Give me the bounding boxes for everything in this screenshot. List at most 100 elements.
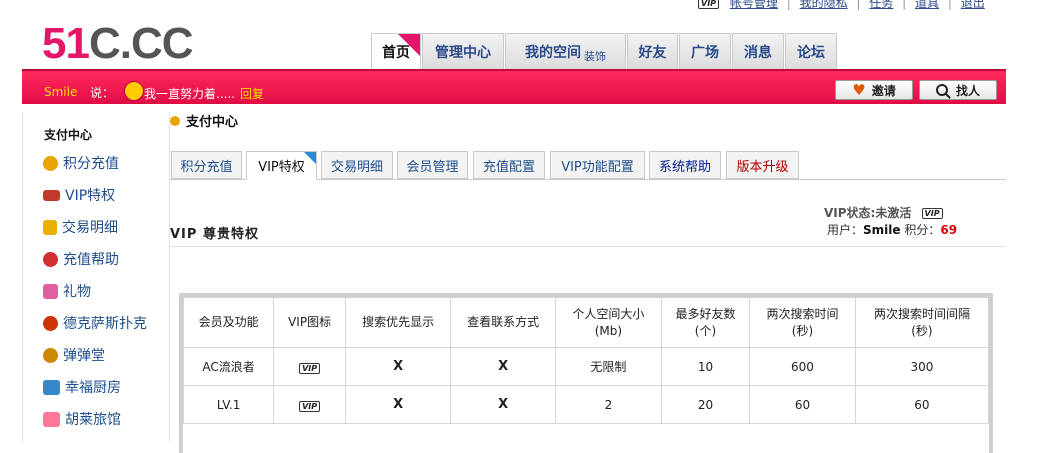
says-label: 说： bbox=[90, 86, 115, 100]
nav-tab-friends[interactable]: 好友 bbox=[627, 33, 678, 69]
breadcrumb-label: 支付中心 bbox=[186, 115, 239, 130]
tasks-link[interactable]: 任务 bbox=[869, 0, 893, 10]
status-bar: Smile 说： 我一直努力着..... 回复 ♥ 邀请 找人 bbox=[22, 69, 1006, 104]
tab-recharge-config[interactable]: 充值配置 bbox=[473, 151, 545, 179]
tab-points-recharge[interactable]: 积分充值 bbox=[171, 151, 242, 179]
sidebar-item-gifts[interactable]: 礼物 bbox=[43, 280, 91, 302]
site-logo[interactable]: 51C.CC bbox=[42, 20, 194, 68]
view-contact: X bbox=[450, 385, 556, 424]
nav-tab-space-label: 我的空间 bbox=[525, 44, 581, 61]
column-header: 最多好友数 (个) bbox=[660, 297, 751, 348]
separator: | bbox=[856, 0, 861, 10]
divider bbox=[170, 246, 1006, 247]
smiley-face-icon bbox=[124, 81, 144, 101]
sidebar-item-vip[interactable]: VIP特权 bbox=[43, 184, 115, 206]
kitchen-icon bbox=[43, 379, 60, 395]
nav-tab-decorate-label[interactable]: 装饰 bbox=[584, 48, 606, 64]
sidebar: 支付中心 积分充值 VIP特权 交易明细 充值帮助 礼物 德克萨斯扑克 弹弹堂 … bbox=[22, 112, 170, 442]
tab-member-management[interactable]: 会员管理 bbox=[397, 151, 468, 179]
search-icon bbox=[935, 84, 948, 96]
sidebar-item-poker[interactable]: 德克萨斯扑克 bbox=[43, 312, 147, 334]
section-title: VIP 尊贵特权 bbox=[170, 227, 259, 242]
gift-icon bbox=[43, 283, 58, 299]
column-header: 查看联系方式 bbox=[450, 297, 556, 348]
vip-privileges-table: 会员及功能 VIP图标 搜索优先显示 查看联系方式 个人空间大小 (Mb) 最多好… bbox=[182, 297, 990, 424]
find-people-button[interactable]: 找人 bbox=[919, 80, 997, 100]
nav-tab-forum-label: 论坛 bbox=[797, 44, 825, 61]
sidebar-item-label: 幸福厨房 bbox=[65, 380, 121, 396]
max-friends: 10 bbox=[660, 347, 751, 386]
search-interval: 60 bbox=[854, 385, 990, 424]
status-message: 我一直努力着..... bbox=[144, 87, 236, 101]
separator: | bbox=[902, 0, 907, 10]
sidebar-item-label: 积分充值 bbox=[63, 156, 119, 172]
vip-privileges-table-wrapper: 会员及功能 VIP图标 搜索优先显示 查看联系方式 个人空间大小 (Mb) 最多好… bbox=[179, 293, 993, 453]
user-name: Smile bbox=[863, 223, 901, 237]
nav-tab-square[interactable]: 广场 bbox=[679, 33, 731, 69]
tab-label: VIP特权 bbox=[258, 160, 305, 175]
nav-tab-space[interactable]: 我的空间 装饰 bbox=[505, 33, 626, 69]
privacy-link[interactable]: 我的隐私 bbox=[800, 0, 848, 10]
items-link[interactable]: 道具 bbox=[915, 0, 939, 10]
tab-label: VIP功能配置 bbox=[561, 159, 634, 175]
column-header: 搜索优先显示 bbox=[344, 297, 452, 348]
hot-ribbon-icon bbox=[398, 34, 420, 56]
space-size: 2 bbox=[554, 385, 662, 424]
sidebar-item-label: 充值帮助 bbox=[63, 252, 119, 268]
sidebar-item-ddtank[interactable]: 弹弹堂 bbox=[43, 344, 105, 366]
sidebar-item-points-recharge[interactable]: 积分充值 bbox=[43, 152, 119, 174]
nav-tab-messages-label: 消息 bbox=[744, 44, 772, 61]
tab-label: 系统帮助 bbox=[658, 159, 711, 175]
tab-version-upgrade[interactable]: 版本升级 bbox=[726, 151, 799, 179]
nav-tab-messages[interactable]: 消息 bbox=[732, 33, 784, 69]
sidebar-item-label: VIP特权 bbox=[65, 188, 116, 204]
tab-vip-feature-config[interactable]: VIP功能配置 bbox=[550, 151, 645, 179]
main-content: 支付中心 积分充值 VIP特权 交易明细 会员管理 充值配置 VIP功能配置 系… bbox=[170, 104, 1006, 453]
poker-icon bbox=[43, 315, 58, 331]
table-header-row: 会员及功能 VIP图标 搜索优先显示 查看联系方式 个人空间大小 (Mb) 最多好… bbox=[182, 297, 990, 348]
separator: | bbox=[786, 0, 791, 10]
points-label: 积分： bbox=[900, 223, 941, 237]
sidebar-item-transactions[interactable]: 交易明细 bbox=[43, 216, 118, 238]
nav-tab-manage-label: 管理中心 bbox=[435, 44, 491, 61]
nav-tab-home[interactable]: 首页 bbox=[371, 33, 421, 69]
vip-status: VIP状态:未激活 VIP bbox=[824, 204, 943, 221]
nav-tab-forum[interactable]: 论坛 bbox=[785, 33, 837, 69]
view-contact: X bbox=[450, 347, 556, 386]
tab-label: 充值配置 bbox=[482, 159, 535, 175]
sidebar-title: 支付中心 bbox=[44, 128, 93, 142]
tab-transactions[interactable]: 交易明细 bbox=[321, 151, 393, 179]
vip-status-label: VIP状态:未激活 bbox=[824, 206, 912, 220]
tab-label: 积分充值 bbox=[180, 159, 233, 175]
tab-system-help[interactable]: 系统帮助 bbox=[649, 151, 721, 179]
reply-link[interactable]: 回复 bbox=[240, 85, 264, 102]
column-header: 两次搜索时间 (秒) bbox=[749, 297, 856, 348]
sidebar-item-kitchen[interactable]: 幸福厨房 bbox=[43, 376, 121, 398]
heart-icon: ♥ bbox=[852, 81, 866, 99]
nav-tab-manage[interactable]: 管理中心 bbox=[422, 33, 504, 69]
help-icon bbox=[43, 251, 58, 267]
sidebar-item-recharge-help[interactable]: 充值帮助 bbox=[43, 248, 119, 270]
vip-icon-cell: VIP bbox=[273, 385, 346, 424]
account-link[interactable]: 帐号管理 bbox=[730, 0, 778, 10]
logout-link[interactable]: 退出 bbox=[961, 0, 985, 10]
sub-tabs: 积分充值 VIP特权 交易明细 会员管理 充值配置 VIP功能配置 系统帮助 版… bbox=[170, 151, 1006, 180]
member-level: LV.1 bbox=[182, 385, 275, 424]
tab-label: 会员管理 bbox=[406, 159, 459, 175]
hotel-icon bbox=[43, 411, 60, 427]
sidebar-item-label: 德克萨斯扑克 bbox=[63, 316, 147, 332]
vip-badge-icon: VIP bbox=[698, 0, 720, 9]
search-priority: X bbox=[344, 347, 452, 386]
vip-icon: VIP bbox=[299, 362, 321, 374]
column-header: 两次搜索时间间隔 (秒) bbox=[854, 297, 990, 348]
user-label: 用户： bbox=[827, 223, 864, 237]
column-header: 会员及功能 bbox=[182, 297, 275, 348]
search-interval: 300 bbox=[854, 347, 990, 386]
column-header: VIP图标 bbox=[273, 297, 346, 348]
tab-vip-privileges[interactable]: VIP特权 bbox=[246, 151, 317, 180]
vip-icon: VIP bbox=[299, 400, 321, 412]
sidebar-item-hotel[interactable]: 胡莱旅馆 bbox=[43, 408, 121, 430]
username-link[interactable]: Smile bbox=[44, 85, 77, 99]
max-friends: 20 bbox=[660, 385, 751, 424]
invite-button[interactable]: ♥ 邀请 bbox=[835, 80, 913, 100]
